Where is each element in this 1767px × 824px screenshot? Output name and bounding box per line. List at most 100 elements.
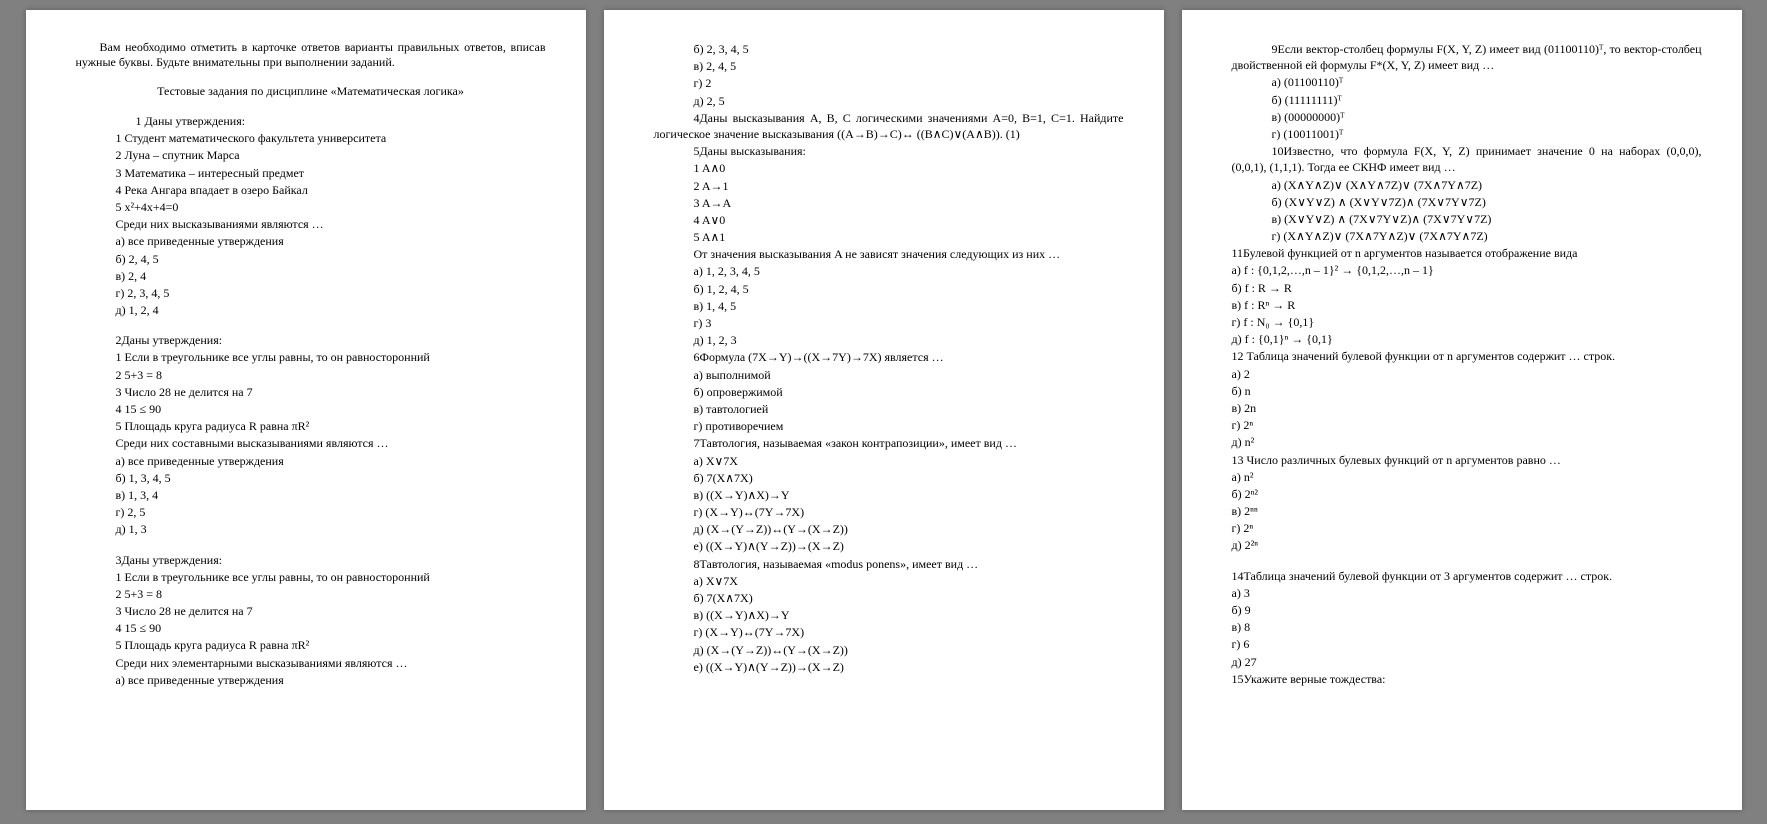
text-line: 3 Число 28 не делится на 7 — [76, 603, 546, 619]
text-line: г) f : N₀ → {0,1} — [1232, 314, 1702, 330]
text-line: 4 A∨0 — [654, 212, 1124, 228]
text-line: е) ((X→Y)∧(Y→Z))→(X→Z) — [654, 659, 1124, 675]
text-line: б) n — [1232, 383, 1702, 399]
text-line: 1 Студент математического факультета уни… — [76, 130, 546, 146]
text-line: 3 A→A — [654, 195, 1124, 211]
text-line: а) все приведенные утверждения — [76, 233, 546, 249]
text-line: г) 6 — [1232, 636, 1702, 652]
text-line: в) ((X→Y)∧X)→Y — [654, 487, 1124, 503]
text-line: 7Тавтология, называемая «закон контрапоз… — [654, 435, 1124, 451]
text-line: 5Даны высказывания: — [654, 143, 1124, 159]
text-line: а) f : {0,1,2,…,n – 1}² → {0,1,2,…,n – 1… — [1232, 262, 1702, 278]
text-line: б) 7(X∧7X) — [654, 590, 1124, 606]
text-line: в) 2n — [1232, 400, 1702, 416]
text-line: в) ((X→Y)∧X)→Y — [654, 607, 1124, 623]
text-line: 13 Число различных булевых функций от n … — [1232, 452, 1702, 468]
text-line: в) 1, 4, 5 — [654, 298, 1124, 314]
text-line: Среди них высказываниями являются … — [76, 216, 546, 232]
text-line: Среди них элементарными высказываниями я… — [76, 655, 546, 671]
text-line: 5 x²+4x+4=0 — [76, 199, 546, 215]
text-line: 3 Математика – интересный предмет — [76, 165, 546, 181]
text-line: 10Известно, что формула F(X, Y, Z) прини… — [1232, 143, 1702, 175]
text-line: б) f : R → R — [1232, 280, 1702, 296]
text-line: 5 Площадь круга радиуса R равна πR² — [76, 418, 546, 434]
text-line: 9Если вектор-столбец формулы F(X, Y, Z) … — [1232, 41, 1702, 73]
text-line: в) (X∨Y∨Z) ∧ (7X∨7Y∨Z)∧ (7X∨7Y∨7Z) — [1232, 211, 1702, 227]
text-line: 11Булевой функцией от n аргументов назыв… — [1232, 245, 1702, 261]
text-line: б) 2, 4, 5 — [76, 251, 546, 267]
text-line: в) 8 — [1232, 619, 1702, 635]
page-2-content: б) 2, 3, 4, 5в) 2, 4, 5г) 2д) 2, 54Даны … — [654, 41, 1124, 675]
text-line: 1 Если в треугольнике все углы равны, то… — [76, 569, 546, 585]
text-line: а) X∨7X — [654, 453, 1124, 469]
text-line: а) 1, 2, 3, 4, 5 — [654, 263, 1124, 279]
text-line: д) 1, 2, 4 — [76, 302, 546, 318]
text-line: д) f : {0,1}ⁿ → {0,1} — [1232, 331, 1702, 347]
text-line: в) тавтологией — [654, 401, 1124, 417]
text-line: г) (X→Y)↔(7Y→7X) — [654, 504, 1124, 520]
document-page-1: Вам необходимо отметить в карточке ответ… — [26, 10, 586, 810]
text-line: 5 A∧1 — [654, 229, 1124, 245]
text-line: 1 A∧0 — [654, 160, 1124, 176]
text-line: в) 2ⁿⁿ — [1232, 503, 1702, 519]
text-line: б) 2ⁿ² — [1232, 486, 1702, 502]
text-line: 14Таблица значений булевой функции от 3 … — [1232, 568, 1702, 584]
text-line: в) 2, 4, 5 — [654, 58, 1124, 74]
text-line: д) 2, 5 — [654, 93, 1124, 109]
text-line: г) 3 — [654, 315, 1124, 331]
text-line: 1 Если в треугольнике все углы равны, то… — [76, 349, 546, 365]
text-line: г) 2ⁿ — [1232, 417, 1702, 433]
text-line: г) 2, 5 — [76, 504, 546, 520]
text-line: б) 7(X∧7X) — [654, 470, 1124, 486]
text-line: 2Даны утверждения: — [76, 332, 546, 348]
text-line: 12 Таблица значений булевой функции от n… — [1232, 348, 1702, 364]
page-1-content: 1 Даны утверждения:1 Студент математичес… — [76, 113, 546, 688]
text-line: д) (X→(Y→Z))↔(Y→(X→Z)) — [654, 642, 1124, 658]
text-line: д) (X→(Y→Z))↔(Y→(X→Z)) — [654, 521, 1124, 537]
text-line: д) 1, 3 — [76, 521, 546, 537]
text-line: 2 5+3 = 8 — [76, 586, 546, 602]
text-line: е) ((X→Y)∧(Y→Z))→(X→Z) — [654, 538, 1124, 554]
document-title: Тестовые задания по дисциплине «Математи… — [76, 84, 546, 99]
text-line: 2 Луна – спутник Марса — [76, 147, 546, 163]
text-line: а) все приведенные утверждения — [76, 672, 546, 688]
text-line: в) 1, 3, 4 — [76, 487, 546, 503]
text-line: 3Даны утверждения: — [76, 552, 546, 568]
text-line: д) 1, 2, 3 — [654, 332, 1124, 348]
instructions-text: Вам необходимо отметить в карточке ответ… — [76, 40, 546, 70]
text-line: 2 5+3 = 8 — [76, 367, 546, 383]
text-line: 4 Река Ангара впадает в озеро Байкал — [76, 182, 546, 198]
text-line: г) 2ⁿ — [1232, 520, 1702, 536]
text-line: 3 Число 28 не делится на 7 — [76, 384, 546, 400]
text-line: г) противоречием — [654, 418, 1124, 434]
text-line: а) выполнимой — [654, 367, 1124, 383]
text-line: г) (X∧Y∧Z)∨ (7X∧7Y∧Z)∨ (7X∧7Y∧7Z) — [1232, 228, 1702, 244]
text-line: От значения высказывания A не зависят зн… — [654, 246, 1124, 262]
text-line: б) (11111111)ᵀ — [1232, 92, 1702, 108]
text-line: в) 2, 4 — [76, 268, 546, 284]
text-line: а) все приведенные утверждения — [76, 453, 546, 469]
text-line: Среди них составными высказываниями явля… — [76, 435, 546, 451]
text-line: б) 9 — [1232, 602, 1702, 618]
text-line: г) (X→Y)↔(7Y→7X) — [654, 624, 1124, 640]
text-line: 5 Площадь круга радиуса R равна πR² — [76, 637, 546, 653]
text-line: в) (00000000)ᵀ — [1232, 109, 1702, 125]
text-line: 4 15 ≤ 90 — [76, 620, 546, 636]
text-line: г) (10011001)ᵀ — [1232, 126, 1702, 142]
text-line: 1 Даны утверждения: — [76, 113, 546, 129]
text-line: а) X∨7X — [654, 573, 1124, 589]
text-line: а) (01100110)ᵀ — [1232, 74, 1702, 90]
text-line: 6Формула (7X→Y)→((X→7Y)→7X) является … — [654, 349, 1124, 365]
document-page-2: б) 2, 3, 4, 5в) 2, 4, 5г) 2д) 2, 54Даны … — [604, 10, 1164, 810]
document-page-3: 9Если вектор-столбец формулы F(X, Y, Z) … — [1182, 10, 1742, 810]
text-line: 8Тавтология, называемая «modus ponens», … — [654, 556, 1124, 572]
text-line: б) 1, 2, 4, 5 — [654, 281, 1124, 297]
page-3-content: 9Если вектор-столбец формулы F(X, Y, Z) … — [1232, 41, 1702, 687]
text-line: б) 1, 3, 4, 5 — [76, 470, 546, 486]
text-line: в) f : Rⁿ → R — [1232, 297, 1702, 313]
text-line: а) (X∧Y∧Z)∨ (X∧Y∧7Z)∨ (7X∧7Y∧7Z) — [1232, 177, 1702, 193]
text-line: д) 27 — [1232, 654, 1702, 670]
text-line: 2 A→1 — [654, 178, 1124, 194]
text-line: а) 2 — [1232, 366, 1702, 382]
text-line: 4 15 ≤ 90 — [76, 401, 546, 417]
